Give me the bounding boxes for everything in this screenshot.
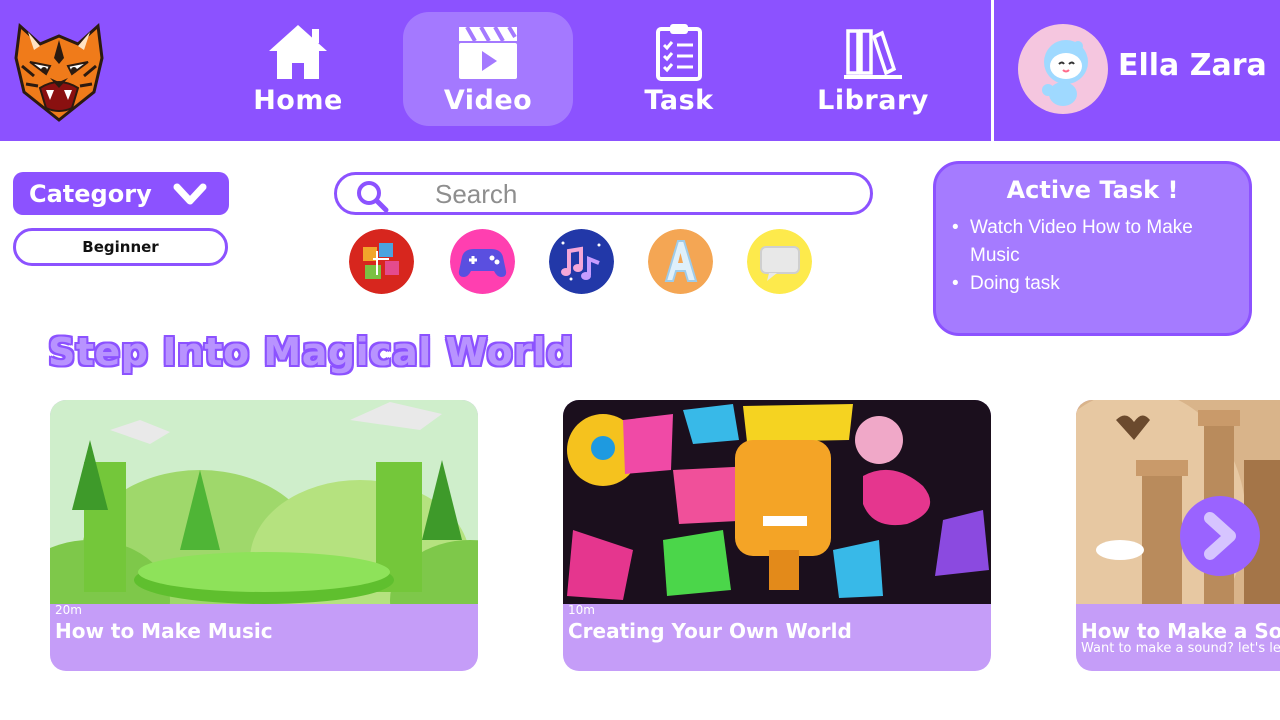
home-icon — [269, 24, 327, 79]
active-task-list: Watch Video How to Make Music Doing task — [950, 214, 1245, 298]
active-task-panel: Active Task ! Watch Video How to Make Mu… — [933, 161, 1252, 336]
search-icon[interactable] — [355, 179, 389, 213]
category-music[interactable] — [549, 229, 614, 294]
category-dropdown[interactable]: Category — [13, 172, 229, 215]
video-card[interactable]: 20m How to Make Music — [50, 400, 478, 671]
video-duration: 10m — [568, 603, 595, 617]
header-divider — [991, 0, 994, 141]
tiger-logo-icon[interactable] — [10, 18, 108, 122]
chat-bubble-icon — [747, 229, 812, 294]
video-title: How to Make Music — [55, 619, 273, 643]
section-title: Step Into Magical World — [48, 330, 574, 374]
video-card[interactable]: 10m Creating Your Own World — [563, 400, 991, 671]
search-input[interactable] — [435, 178, 855, 210]
nav-video-label: Video — [443, 84, 533, 116]
video-title: How to Make a Sound — [1081, 619, 1280, 643]
nav-library[interactable]: Library — [788, 12, 958, 126]
music-icon — [549, 229, 614, 294]
nav-video[interactable]: Video — [403, 12, 573, 126]
category-chat[interactable] — [747, 229, 812, 294]
active-task-item[interactable]: Doing task — [950, 270, 1245, 298]
carousel-next-button[interactable] — [1180, 496, 1260, 576]
top-bar: Home Video Task Library Ella Zara — [0, 0, 1280, 141]
video-thumbnail — [50, 400, 478, 604]
level-select[interactable]: Beginner — [13, 228, 228, 266]
category-letters[interactable] — [648, 229, 713, 294]
clapperboard-icon — [459, 25, 517, 79]
video-description: Want to make a sound? let's learn it — [1081, 641, 1280, 656]
category-label: Category — [29, 179, 152, 208]
nav-library-label: Library — [817, 84, 929, 116]
chevron-right-icon — [1204, 512, 1236, 560]
video-title: Creating Your Own World — [568, 619, 852, 643]
active-task-item[interactable]: Watch Video How to Make Music — [950, 214, 1245, 270]
category-games[interactable] — [450, 229, 515, 294]
nav-task[interactable]: Task — [594, 12, 764, 126]
gamepad-icon — [450, 229, 515, 294]
art-icon — [349, 229, 414, 294]
letter-a-icon — [648, 229, 713, 294]
active-task-title: Active Task ! — [1006, 176, 1179, 204]
clipboard-checklist-icon — [656, 23, 702, 81]
video-thumbnail — [563, 400, 991, 604]
search-bar[interactable] — [334, 172, 873, 215]
video-duration: 20m — [55, 603, 82, 617]
category-art[interactable] — [349, 229, 414, 294]
nav-task-label: Task — [644, 84, 714, 116]
nav-home-label: Home — [253, 84, 343, 116]
app-page: Home Video Task Library Ella Zara Catego… — [0, 0, 1280, 720]
chevron-down-icon — [173, 183, 207, 205]
user-name[interactable]: Ella Zara — [1118, 48, 1267, 83]
books-icon — [844, 28, 902, 79]
avatar[interactable] — [1018, 24, 1108, 114]
nav-home[interactable]: Home — [213, 12, 383, 126]
